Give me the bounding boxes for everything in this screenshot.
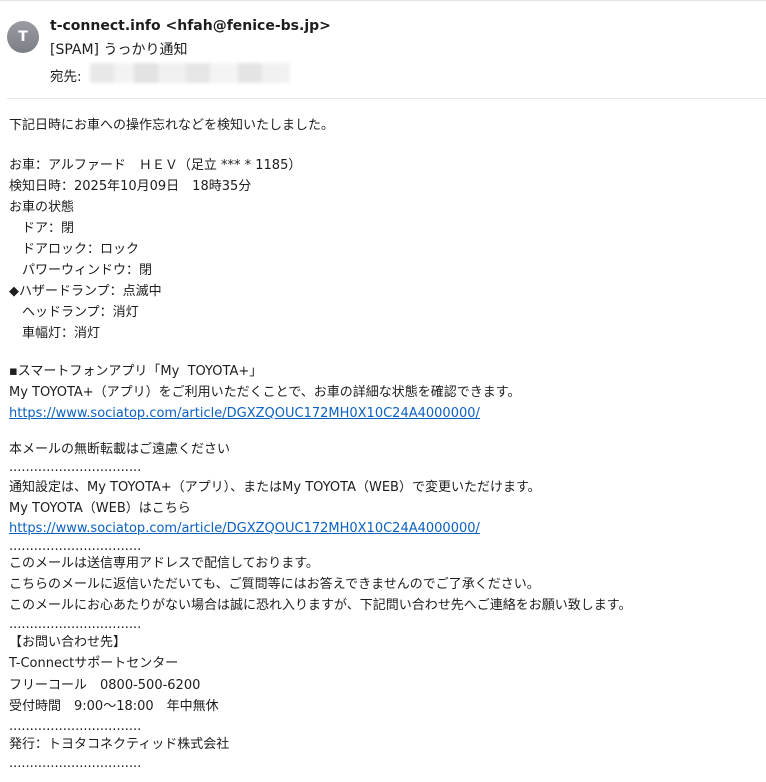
body-line: パワーウィンドウ：閉: [9, 263, 153, 278]
body-line: 【お問い合わせ先】: [9, 635, 127, 650]
body-line: こちらのメールに返信いただいても、ご質問等にはお答えできませんのでご了承ください…: [9, 577, 540, 592]
body-line: ................................: [9, 719, 142, 734]
body-line: ................................: [9, 617, 142, 632]
recipient-label: 宛先:: [50, 69, 82, 85]
body-line: My TOYOTA+（アプリ）をご利用いただくことで、お車の詳細な状態を確認でき…: [9, 385, 521, 400]
body-line: ................................: [9, 460, 142, 475]
body-line: ドアロック：ロック: [9, 242, 140, 257]
sender-avatar: T: [7, 21, 39, 53]
body-line: このメールにお心あたりがない場合は誠に恐れ入りますが、下記問い合わせ先へご連絡を…: [9, 598, 632, 613]
body-line: お車の状態: [9, 200, 75, 215]
body-line: フリーコール 0800-500-6200: [9, 678, 201, 693]
body-line: 本メールの無断転載はご遠慮ください: [9, 442, 231, 457]
body-line: 車幅灯：消灯: [9, 326, 101, 341]
sender-address[interactable]: t-connect.info <hfah@fenice-bs.jp>: [50, 18, 331, 34]
body-line: 検知日時：2025年10月09日 18時35分: [9, 179, 252, 194]
body-line: 下記日時にお車への操作忘れなどを検知いたしました。: [9, 118, 335, 133]
body-line: My TOYOTA（WEB）はこちら: [9, 501, 191, 516]
body-line: T-Connectサポートセンター: [9, 656, 179, 671]
header-divider: [7, 98, 766, 99]
body-line: ................................: [9, 756, 142, 771]
body-line: ◆ハザードランプ：点滅中: [9, 284, 162, 299]
body-line: 受付時間 9:00〜18:00 年中無休: [9, 699, 219, 714]
redacted-recipient: [90, 63, 290, 83]
message-subject: [SPAM] うっかり通知: [50, 42, 188, 58]
message-header: T t-connect.info <hfah@fenice-bs.jp> [SP…: [0, 0, 766, 99]
body-line: ▪スマートフォンアプリ「My TOYOTA+」: [9, 364, 263, 379]
article-link[interactable]: https://www.sociatop.com/article/DGXZQOU…: [9, 404, 480, 424]
body-line: ドア：閉: [9, 221, 75, 236]
body-line: 通知設定は、My TOYOTA+（アプリ）、またはMy TOYOTA（WEB）で…: [9, 480, 541, 495]
body-line: 発行：トヨタコネクティッド株式会社: [9, 737, 230, 752]
recipient-row: 宛先:: [50, 63, 290, 85]
article-link[interactable]: https://www.sociatop.com/article/DGXZQOU…: [9, 519, 480, 539]
body-line: このメールは送信専用アドレスで配信しております。: [9, 556, 319, 571]
body-line: ヘッドランプ：消灯: [9, 305, 139, 320]
body-line: お車：アルファード ＨＥＶ（足立 *** * 1185）: [9, 158, 302, 173]
